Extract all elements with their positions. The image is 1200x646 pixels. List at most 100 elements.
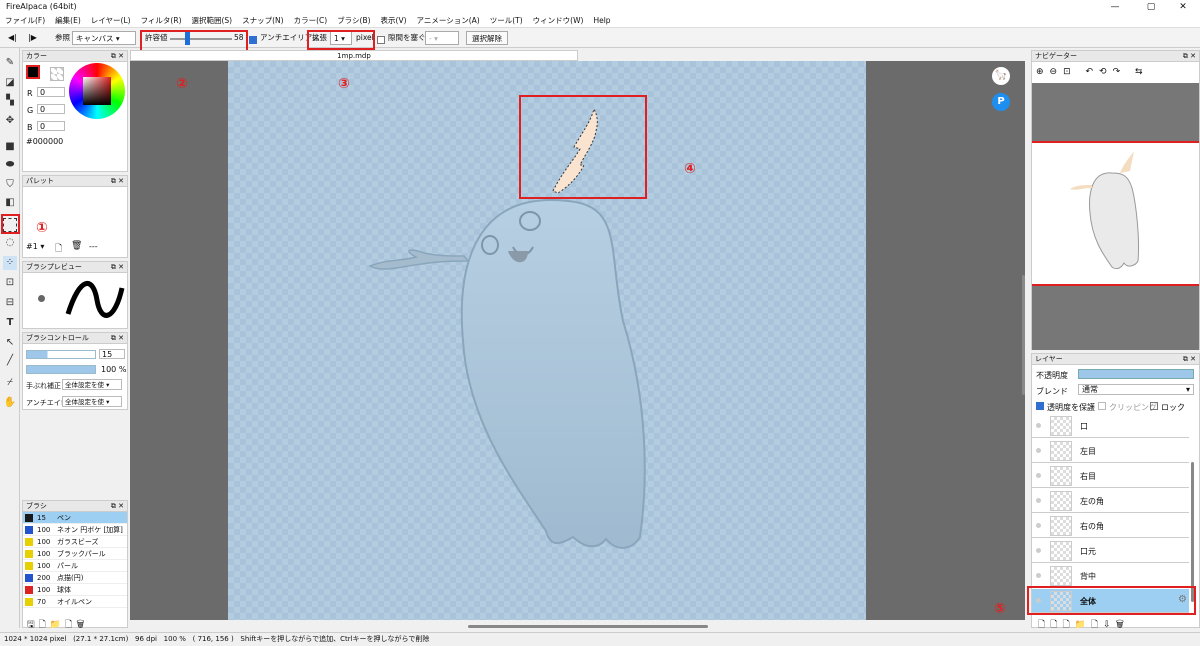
new-palette-icon[interactable]: 🗋 <box>55 241 62 257</box>
menu-item[interactable]: 編集(E) <box>50 14 86 28</box>
document-tab[interactable]: 1mp.mdp <box>130 50 578 61</box>
menu-item[interactable]: ツール(T) <box>485 14 528 28</box>
rectangle-fill-icon[interactable]: ■ <box>3 140 17 154</box>
menu-item[interactable]: フィルタ(R) <box>136 14 187 28</box>
maximize-button[interactable]: ▢ <box>1134 0 1168 14</box>
layer-visibility-icon[interactable] <box>1036 448 1041 453</box>
alpaca-app-icon[interactable]: 🦙 <box>992 67 1010 85</box>
navigator-view[interactable] <box>1032 141 1199 286</box>
menu-item[interactable]: アニメーション(A) <box>412 14 485 28</box>
pixiv-icon[interactable]: P <box>992 93 1010 111</box>
brush-opacity-slider[interactable] <box>26 365 96 374</box>
panel-close-icon[interactable]: ⧉ ✕ <box>111 176 124 187</box>
layer-row[interactable]: 右目 <box>1032 464 1189 488</box>
bucket-tool-icon[interactable]: ⛉ <box>3 178 17 192</box>
color-square[interactable] <box>83 77 111 105</box>
palette-select[interactable]: #1 ▾ <box>26 242 44 251</box>
minimize-button[interactable]: — <box>1098 0 1132 14</box>
panel-close-icon[interactable]: ⧉ ✕ <box>1183 354 1196 365</box>
menu-item[interactable]: 表示(V) <box>376 14 412 28</box>
menu-item[interactable]: ウィンドウ(W) <box>528 14 589 28</box>
reference-select[interactable]: キャンバス ▾ <box>72 31 136 45</box>
layer-row[interactable]: 右の角 <box>1032 514 1189 538</box>
panel-close-icon[interactable]: ⧉ ✕ <box>111 51 124 62</box>
layer-footer-icons[interactable]: 🗋🗋🗋📁🗋⇩🗑 <box>1038 617 1129 633</box>
dot-tool-icon[interactable]: ▚ <box>3 94 17 108</box>
deselect-button[interactable]: 選択解除 <box>466 31 508 45</box>
horizontal-scrollbar[interactable] <box>468 625 708 628</box>
antialias-checkbox[interactable] <box>249 36 257 44</box>
blend-select[interactable]: 通常 ▾ <box>1078 384 1194 395</box>
select-eraser-icon[interactable]: ⊟ <box>3 296 17 310</box>
panel-close-icon[interactable]: ⧉ ✕ <box>111 501 124 512</box>
panel-close-icon[interactable]: ⧉ ✕ <box>111 262 124 273</box>
fill-gap-checkbox[interactable] <box>377 36 385 44</box>
close-button[interactable]: ✕ <box>1166 0 1200 14</box>
hand-tool-icon[interactable]: ✋ <box>3 396 17 410</box>
delete-palette-icon[interactable]: 🗑 <box>71 241 82 251</box>
brush-row[interactable]: 100 ブラックパール <box>23 548 127 560</box>
menu-item[interactable]: Help <box>588 14 615 28</box>
brush-row[interactable]: 200 点描(円) <box>23 572 127 584</box>
lasso-tool-icon[interactable]: ◌ <box>3 236 17 250</box>
layer-visibility-icon[interactable] <box>1036 548 1041 553</box>
layer-row[interactable]: 背中 <box>1032 564 1189 588</box>
layer-row[interactable]: 左目 <box>1032 439 1189 463</box>
gradient-tool-icon[interactable]: ◧ <box>3 196 17 210</box>
menu-item[interactable]: カラー(C) <box>289 14 333 28</box>
magic-wand-tool-icon[interactable]: ⁘ <box>3 256 17 270</box>
brush-name: 球体 <box>57 586 71 594</box>
layer-visibility-icon[interactable] <box>1036 473 1041 478</box>
eraser-tool-icon[interactable]: ◪ <box>3 76 17 90</box>
stabilizer-select[interactable]: 全体設定を使 ▾ <box>62 379 122 390</box>
text-tool-icon[interactable]: T <box>3 316 17 330</box>
brush-row[interactable]: 100 球体 <box>23 584 127 596</box>
brush-row[interactable]: 15 ペン <box>23 512 127 524</box>
b-input[interactable]: 0 <box>37 121 65 131</box>
clipping-checkbox[interactable] <box>1098 402 1106 410</box>
brush-row[interactable]: 100 パール <box>23 560 127 572</box>
protect-alpha-checkbox[interactable] <box>1036 402 1044 410</box>
layer-row[interactable]: 口元 <box>1032 539 1189 563</box>
primary-color-swatch[interactable] <box>26 65 40 79</box>
pen-tool-icon[interactable]: ✎ <box>3 56 17 70</box>
vertical-scrollbar[interactable] <box>1022 275 1025 395</box>
next-frame-icon[interactable]: |▶ <box>28 31 37 45</box>
brush-size-slider[interactable] <box>26 350 96 359</box>
panel-close-icon[interactable]: ⧉ ✕ <box>1183 51 1196 62</box>
layer-opacity-slider[interactable] <box>1078 369 1194 379</box>
select-pen-icon[interactable]: ⊡ <box>3 276 17 290</box>
move-tool-icon[interactable]: ✥ <box>3 114 17 128</box>
layer-visibility-icon[interactable] <box>1036 423 1041 428</box>
secondary-color-swatch[interactable] <box>50 67 64 81</box>
r-input[interactable]: 0 <box>37 87 65 97</box>
layer-row[interactable]: 左の角 <box>1032 489 1189 513</box>
brush-row[interactable]: 100 ガラスビーズ <box>23 536 127 548</box>
menu-item[interactable]: ファイル(F) <box>0 14 50 28</box>
eyedropper-tool-icon[interactable]: ⌿ <box>3 376 17 390</box>
brush-footer-icons[interactable]: 🖫🗋📁🗋🗑 <box>27 617 88 633</box>
divide-tool-icon[interactable]: ╱ <box>3 354 17 368</box>
panel-close-icon[interactable]: ⧉ ✕ <box>111 333 124 344</box>
layer-row[interactable]: 口 <box>1032 414 1189 438</box>
prev-frame-icon[interactable]: ◀| <box>8 31 17 45</box>
brush-size-value[interactable]: 15 <box>99 349 125 359</box>
menu-item[interactable]: ブラシ(B) <box>332 14 375 28</box>
navigator-tool-icons[interactable]: ⊕⊖⊡ ↶⟲↷ ⇆ <box>1036 67 1149 77</box>
layer-visibility-icon[interactable] <box>1036 523 1041 528</box>
brush-antialias-select[interactable]: 全体設定を使 ▾ <box>62 396 122 407</box>
brush-row[interactable]: 100 ネオン 円ボケ [加算] <box>23 524 127 536</box>
menu-item[interactable]: 選択範囲(S) <box>187 14 238 28</box>
brush-row[interactable]: 70 オイルペン <box>23 596 127 608</box>
operation-tool-icon[interactable]: ↖ <box>3 336 17 350</box>
layer-visibility-icon[interactable] <box>1036 573 1041 578</box>
layer-scrollbar[interactable] <box>1191 462 1194 602</box>
layer-visibility-icon[interactable] <box>1036 498 1041 503</box>
g-input[interactable]: 0 <box>37 104 65 114</box>
lock-checkbox[interactable] <box>1150 402 1158 410</box>
highlight-selection <box>519 95 647 199</box>
shape-tool-icon[interactable]: ⬬ <box>3 158 17 172</box>
menu-item[interactable]: スナップ(N) <box>237 14 288 28</box>
fill-gap-select[interactable]: - ▾ <box>425 31 459 45</box>
menu-item[interactable]: レイヤー(L) <box>86 14 136 28</box>
